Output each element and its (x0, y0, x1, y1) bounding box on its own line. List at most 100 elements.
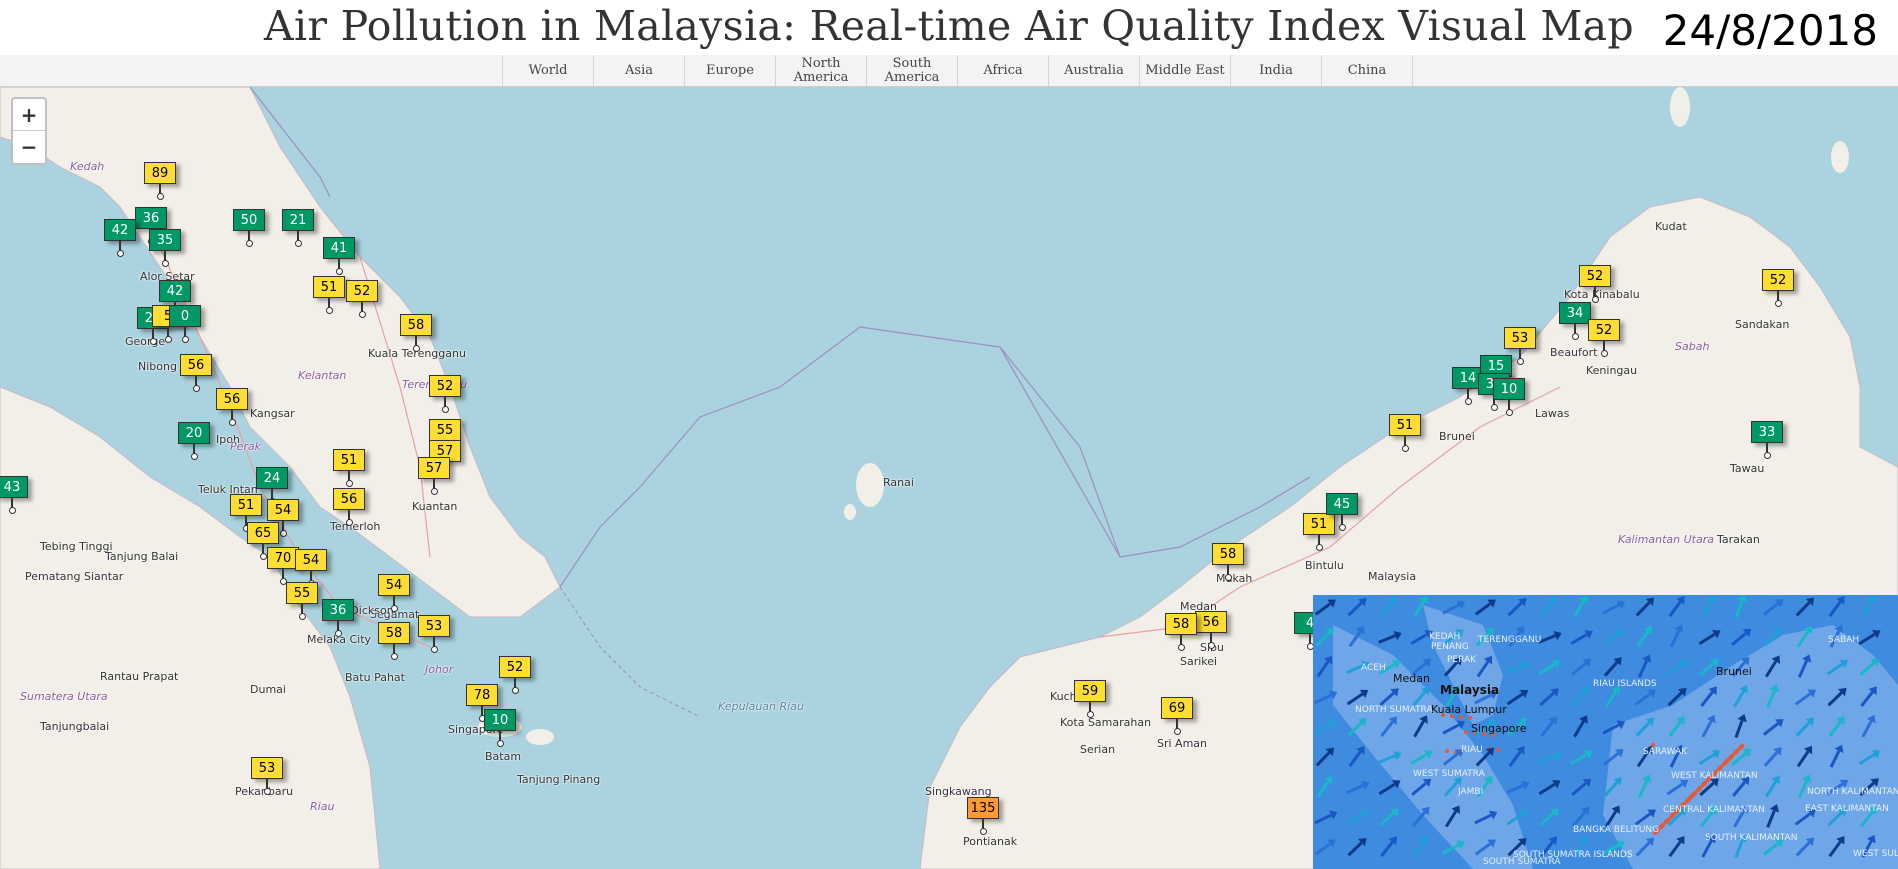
wind-arrow (1637, 654, 1652, 678)
aqi-station-marker[interactable]: 21 (282, 209, 314, 247)
marker-pin-dot (1571, 333, 1579, 340)
aqi-value: 56 (1195, 611, 1227, 633)
aqi-station-marker[interactable]: 135 (967, 797, 999, 835)
fire-hotspot-dot (1663, 819, 1669, 825)
wind-arrow (1795, 597, 1815, 617)
aqi-station-marker[interactable]: 52 (1588, 319, 1620, 357)
aqi-station-marker[interactable]: 56 (333, 488, 365, 526)
fire-hotspot-dot (1464, 730, 1468, 734)
nav-item-middle-east[interactable]: Middle East (1139, 55, 1230, 86)
nav-item-australia[interactable]: Australia (1048, 55, 1139, 86)
marker-pin-dot (334, 630, 342, 637)
aqi-value: 54 (295, 549, 327, 571)
aqi-station-marker[interactable]: 54 (378, 574, 410, 612)
aqi-value: 58 (1165, 613, 1197, 635)
place-label: Sabah (1675, 340, 1710, 353)
wind-arrow (1380, 836, 1397, 858)
aqi-station-marker[interactable]: 52 (429, 375, 461, 413)
aqi-station-marker[interactable]: 43 (0, 476, 28, 514)
nav-item-india[interactable]: India (1230, 55, 1321, 86)
nav-item-africa[interactable]: Africa (957, 55, 1048, 86)
inset-place-label: Medan (1393, 672, 1430, 685)
aqi-station-marker[interactable]: 58 (378, 622, 410, 660)
aqi-station-marker[interactable]: 59 (1074, 680, 1106, 718)
aqi-station-marker[interactable]: 52 (499, 656, 531, 694)
inset-place-label: WEST SUMATRA (1413, 769, 1485, 779)
inset-place-label: TERENGGANU (1478, 635, 1542, 645)
aqi-station-marker[interactable]: 51 (313, 276, 345, 314)
aqi-station-marker[interactable]: 58 (1165, 613, 1197, 651)
wind-arrow (1314, 839, 1336, 856)
wind-arrow (1413, 835, 1428, 858)
aqi-station-marker[interactable]: 45 (1326, 493, 1358, 531)
zoom-out-button[interactable]: − (13, 131, 45, 162)
aqi-station-marker[interactable]: 50 (233, 209, 265, 247)
marker-pin-dot (181, 336, 189, 343)
wind-arrow (1539, 808, 1559, 827)
inset-place-label: Brunei (1716, 665, 1752, 678)
aqi-station-marker[interactable]: 53 (251, 757, 283, 795)
inset-place-label: Kuala Lumpur (1431, 703, 1507, 716)
aqi-station-marker[interactable]: 51 (333, 449, 365, 487)
place-label: Dumai (250, 683, 286, 696)
aqi-station-marker[interactable]: 52 (346, 280, 378, 318)
aqi-station-marker[interactable]: 89 (144, 162, 176, 200)
place-label: Kuantan (412, 500, 458, 513)
inset-place-label: SOUTH KALIMANTAN (1705, 833, 1798, 843)
nav-item-china[interactable]: China (1321, 55, 1413, 86)
aqi-station-marker[interactable]: 34 (1559, 302, 1591, 340)
aqi-station-marker[interactable]: 36 (322, 599, 354, 637)
aqi-station-marker[interactable]: 56 (180, 354, 212, 392)
nav-item-asia[interactable]: Asia (593, 55, 684, 86)
place-label: Johor (425, 663, 454, 676)
aqi-station-marker[interactable]: 69 (1161, 697, 1193, 735)
aqi-station-marker[interactable]: 53 (418, 615, 450, 653)
aqi-station-marker[interactable]: 35 (149, 229, 181, 267)
aqi-station-marker[interactable]: 51 (1389, 414, 1421, 452)
marker-pin-dot (1591, 296, 1599, 303)
marker-pin-dot (1207, 642, 1215, 649)
aqi-station-marker[interactable]: 52 (1762, 269, 1794, 307)
place-label: Ranai (883, 476, 914, 489)
aqi-station-marker[interactable]: 57 (418, 457, 450, 495)
aqi-station-marker[interactable]: 33 (1751, 421, 1783, 459)
wind-arrow (1540, 716, 1557, 738)
aqi-station-marker[interactable]: 10 (1493, 378, 1525, 416)
wind-arrow (1570, 750, 1593, 765)
aqi-station-marker[interactable]: 58 (1212, 543, 1244, 581)
nav-item-south-america[interactable]: South America (866, 55, 957, 86)
aqi-station-marker[interactable]: 10 (484, 709, 516, 747)
aqi-station-marker[interactable]: 53 (1504, 327, 1536, 365)
marker-pin-dot (1177, 644, 1185, 651)
wind-arrow (1602, 629, 1624, 646)
wind-arrow (1538, 779, 1561, 796)
aqi-station-marker[interactable]: 0 (169, 305, 201, 343)
wind-arrow (1861, 595, 1876, 618)
nav-item-europe[interactable]: Europe (684, 55, 775, 86)
aqi-value: 56 (180, 354, 212, 376)
aqi-value: 53 (251, 757, 283, 779)
aqi-value: 58 (1212, 543, 1244, 565)
aqi-station-marker[interactable]: 42 (104, 219, 136, 257)
marker-pin-dot (430, 488, 438, 495)
place-label: Batam (485, 750, 522, 763)
aqi-station-marker[interactable]: 56 (216, 388, 248, 426)
aqi-value: 69 (1161, 697, 1193, 719)
wind-arrow (1506, 689, 1529, 706)
marker-pin-dot (228, 419, 236, 426)
zoom-in-button[interactable]: + (13, 99, 45, 131)
fire-hotspot-dot (1700, 782, 1706, 788)
aqi-station-marker[interactable]: 56 (1195, 611, 1227, 649)
aqi-station-marker[interactable]: 41 (323, 237, 355, 275)
aqi-value: 52 (346, 280, 378, 302)
nav-item-world[interactable]: World (502, 55, 593, 86)
aqi-station-marker[interactable]: 20 (178, 422, 210, 460)
marker-pin-dot (1086, 711, 1094, 718)
aqi-station-marker[interactable]: 52 (1579, 265, 1611, 303)
zoom-control: + − (11, 97, 47, 165)
marker-pin-dot (979, 828, 987, 835)
nav-item-north-america[interactable]: North America (775, 55, 866, 86)
inset-place-label: NORTH SUMATRA (1355, 705, 1433, 715)
aqi-station-marker[interactable]: 55 (286, 582, 318, 620)
aqi-station-marker[interactable]: 58 (400, 314, 432, 352)
